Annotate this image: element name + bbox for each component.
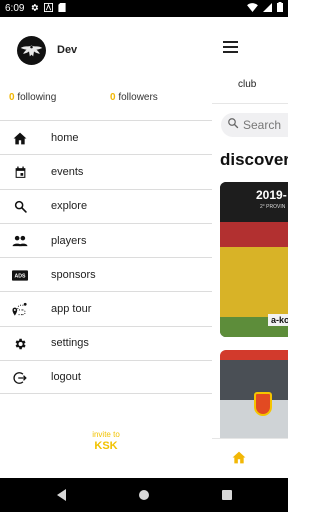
calendar-icon [12, 164, 28, 180]
following-stat[interactable]: 0 following [9, 92, 56, 103]
svg-text:ADS: ADS [15, 273, 26, 279]
card-banner [220, 350, 288, 360]
signal-icon [263, 2, 272, 15]
card-subtitle: 2° PROVIN [260, 204, 286, 210]
following-label: following [17, 92, 57, 103]
user-name: Dev [57, 44, 78, 56]
card-stand [220, 222, 288, 247]
wifi-icon [247, 2, 258, 15]
background-app: club Search discover 2019- 2° PROVIN a-k… [212, 17, 288, 478]
invite-label: invite to [92, 430, 120, 439]
notification-a-icon [44, 3, 54, 14]
section-title: discover [220, 150, 288, 169]
menu-item-logout[interactable]: logout [0, 360, 212, 395]
menu-item-label: sponsors [51, 268, 96, 281]
battery-icon [277, 2, 283, 15]
invite-link[interactable]: invite to KSK [0, 430, 212, 452]
discover-card[interactable]: 2019- 2° PROVIN a-ko [220, 182, 288, 337]
invite-club-name: KSK [94, 440, 118, 452]
menu-item-sponsors[interactable]: ADS sponsors [0, 257, 212, 291]
card-year: 2019- [256, 188, 287, 202]
people-icon [12, 233, 28, 249]
menu-item-label: app tour [51, 303, 92, 316]
followers-count: 0 [110, 92, 116, 103]
menu-item-explore[interactable]: explore [0, 188, 212, 223]
logout-icon [12, 370, 28, 386]
menu-icon[interactable] [223, 41, 238, 53]
drawer-menu: home events explore players ADS sponsors… [0, 120, 212, 395]
menu-item-settings[interactable]: settings [0, 325, 212, 360]
menu-item-label: explore [51, 200, 88, 213]
gear-icon [12, 336, 28, 352]
route-icon [12, 301, 28, 317]
discover-card[interactable] [220, 350, 288, 445]
bottom-nav [212, 438, 288, 478]
avatar[interactable] [17, 36, 46, 65]
search-placeholder: Search [243, 118, 282, 132]
eagle-icon [20, 45, 43, 57]
followers-stat[interactable]: 0 followers [110, 92, 158, 103]
gear-icon [30, 3, 39, 14]
card-team-photo [220, 247, 288, 317]
sd-card-icon [58, 3, 67, 14]
menu-item-home[interactable]: home [0, 120, 212, 154]
following-count: 0 [9, 92, 15, 103]
menu-item-label: home [51, 131, 79, 144]
navigation-drawer: Dev 0 following 0 followers home events [0, 17, 212, 478]
menu-item-events[interactable]: events [0, 154, 212, 188]
ads-icon: ADS [12, 267, 28, 283]
home-icon [12, 130, 28, 146]
search-icon [227, 116, 239, 134]
card-sponsor-logo: a-ko [268, 314, 288, 326]
menu-item-app-tour[interactable]: app tour [0, 291, 212, 325]
status-bar: 6:09 [0, 0, 288, 17]
recent-apps-icon[interactable] [222, 490, 232, 500]
header-divider [212, 103, 288, 104]
menu-item-label: events [51, 165, 84, 178]
menu-item-label: logout [51, 371, 81, 384]
followers-label: followers [118, 92, 158, 103]
search-bar[interactable]: Search [221, 113, 288, 137]
search-icon [12, 199, 28, 215]
app-screen: 6:09 club Search discover 2019- 2° PROVI… [0, 0, 288, 512]
home-icon[interactable] [232, 451, 246, 469]
back-icon[interactable] [57, 489, 66, 501]
menu-item-label: settings [51, 337, 89, 350]
system-nav-bar [0, 478, 288, 512]
tab-club[interactable]: club [238, 79, 256, 90]
menu-item-label: players [51, 234, 87, 247]
menu-item-players[interactable]: players [0, 222, 212, 257]
status-time: 6:09 [5, 3, 25, 14]
club-crest-icon [254, 392, 272, 416]
home-button-icon[interactable] [139, 490, 149, 500]
